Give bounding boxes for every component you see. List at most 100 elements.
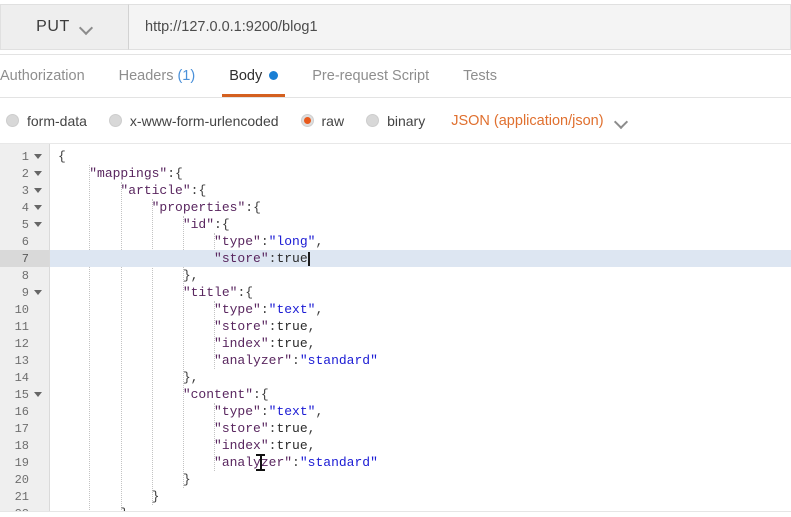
tab-authorization-label: Authorization <box>0 67 85 84</box>
code-line-5[interactable]: "id":{ <box>50 216 791 233</box>
code-line-20[interactable]: } <box>50 471 791 488</box>
code-line-13[interactable]: "analyzer":"standard" <box>50 352 791 369</box>
gutter-line-10[interactable]: 10 <box>0 301 49 318</box>
code-line-2[interactable]: "mappings":{ <box>50 165 791 182</box>
radio-form-data-label: form-data <box>27 112 87 129</box>
fold-arrow-icon[interactable] <box>34 186 43 195</box>
line-number: 4 <box>21 200 29 215</box>
tab-pre-request-script[interactable]: Pre-request Script <box>295 54 446 97</box>
fold-arrow-icon[interactable] <box>34 152 43 161</box>
code-line-8[interactable]: }, <box>50 267 791 284</box>
gutter-line-21[interactable]: 21 <box>0 488 49 505</box>
body-type-row: form-data x-www-form-urlencoded raw bina… <box>0 98 791 144</box>
line-number: 5 <box>21 217 29 232</box>
fold-arrow-icon[interactable] <box>34 390 43 399</box>
gutter-line-6[interactable]: 6 <box>0 233 49 250</box>
gutter-line-4[interactable]: 4 <box>0 199 49 216</box>
tab-headers[interactable]: Headers (1) <box>102 54 213 97</box>
line-number: 17 <box>14 421 29 436</box>
request-url-value: http://127.0.0.1:9200/blog1 <box>145 19 318 35</box>
radio-icon <box>108 114 122 127</box>
line-number: 3 <box>21 183 29 198</box>
line-number: 14 <box>14 370 29 385</box>
line-number: 12 <box>14 336 29 351</box>
editor-gutter[interactable]: 12345678910111213141516171819202122 <box>0 144 50 517</box>
tab-tests[interactable]: Tests <box>446 54 514 97</box>
unsaved-dot-icon <box>269 71 279 80</box>
gutter-line-19[interactable]: 19 <box>0 454 49 471</box>
tab-body[interactable]: Body <box>212 54 295 97</box>
content-type-label: JSON (application/json) <box>451 112 604 129</box>
editor-code-area[interactable]: { "mappings":{ "article":{ "properties":… <box>50 144 791 517</box>
code-line-9[interactable]: "title":{ <box>50 284 791 301</box>
gutter-line-17[interactable]: 17 <box>0 420 49 437</box>
chevron-down-icon <box>80 23 93 31</box>
line-number: 16 <box>14 404 29 419</box>
content-type-selector[interactable]: JSON (application/json) <box>451 113 627 129</box>
gutter-line-16[interactable]: 16 <box>0 403 49 420</box>
radio-binary-label: binary <box>387 112 426 129</box>
request-url-bar: PUT http://127.0.0.1:9200/blog1 <box>0 0 791 55</box>
code-line-21[interactable]: } <box>50 488 791 505</box>
gutter-line-7[interactable]: 7 <box>0 250 49 267</box>
radio-binary[interactable]: binary <box>366 113 425 129</box>
gutter-line-2[interactable]: 2 <box>0 165 49 182</box>
code-line-12[interactable]: "index":true, <box>50 335 791 352</box>
code-line-11[interactable]: "store":true, <box>50 318 791 335</box>
line-number: 20 <box>14 472 29 487</box>
radio-x-www-form-urlencoded[interactable]: x-www-form-urlencoded <box>108 113 279 129</box>
gutter-line-18[interactable]: 18 <box>0 437 49 454</box>
code-line-16[interactable]: "type":"text", <box>50 403 791 420</box>
radio-raw[interactable]: raw <box>300 113 344 129</box>
code-line-18[interactable]: "index":true, <box>50 437 791 454</box>
code-line-14[interactable]: }, <box>50 369 791 386</box>
code-line-6[interactable]: "type":"long", <box>50 233 791 250</box>
fold-arrow-icon[interactable] <box>34 169 43 178</box>
code-line-10[interactable]: "type":"text", <box>50 301 791 318</box>
radio-form-data[interactable]: form-data <box>6 113 87 129</box>
postman-request-pane: PUT http://127.0.0.1:9200/blog1 Authoriz… <box>0 0 791 517</box>
gutter-line-3[interactable]: 3 <box>0 182 49 199</box>
line-number: 8 <box>21 268 29 283</box>
fold-arrow-icon[interactable] <box>34 288 43 297</box>
tab-headers-label: Headers <box>118 67 174 84</box>
code-line-3[interactable]: "article":{ <box>50 182 791 199</box>
code-line-19[interactable]: "analyzer":"standard" <box>50 454 791 471</box>
raw-body-editor[interactable]: 12345678910111213141516171819202122 { "m… <box>0 144 791 517</box>
line-number: 21 <box>14 489 29 504</box>
code-line-4[interactable]: "properties":{ <box>50 199 791 216</box>
request-url-input[interactable]: http://127.0.0.1:9200/blog1 <box>129 4 791 50</box>
gutter-line-12[interactable]: 12 <box>0 335 49 352</box>
gutter-line-9[interactable]: 9 <box>0 284 49 301</box>
radio-icon <box>366 114 380 127</box>
fold-arrow-icon[interactable] <box>34 203 43 212</box>
code-line-15[interactable]: "content":{ <box>50 386 791 403</box>
chevron-down-icon <box>615 117 628 125</box>
request-tabs: Authorization Headers (1) Body Pre-reque… <box>0 55 791 98</box>
line-number: 2 <box>21 166 29 181</box>
code-line-17[interactable]: "store":true, <box>50 420 791 437</box>
gutter-line-15[interactable]: 15 <box>0 386 49 403</box>
gutter-line-11[interactable]: 11 <box>0 318 49 335</box>
gutter-line-5[interactable]: 5 <box>0 216 49 233</box>
gutter-line-1[interactable]: 1 <box>0 148 49 165</box>
fold-arrow-icon[interactable] <box>34 220 43 229</box>
line-number: 19 <box>14 455 29 470</box>
gutter-line-8[interactable]: 8 <box>0 267 49 284</box>
gutter-line-13[interactable]: 13 <box>0 352 49 369</box>
line-number: 11 <box>14 319 29 334</box>
gutter-line-20[interactable]: 20 <box>0 471 49 488</box>
gutter-line-14[interactable]: 14 <box>0 369 49 386</box>
http-method-selector[interactable]: PUT <box>0 4 129 50</box>
tab-authorization[interactable]: Authorization <box>0 54 102 97</box>
code-line-7[interactable]: "store":true <box>50 250 791 267</box>
code-line-1[interactable]: { <box>50 148 791 165</box>
tab-headers-count: (1) <box>177 67 196 84</box>
